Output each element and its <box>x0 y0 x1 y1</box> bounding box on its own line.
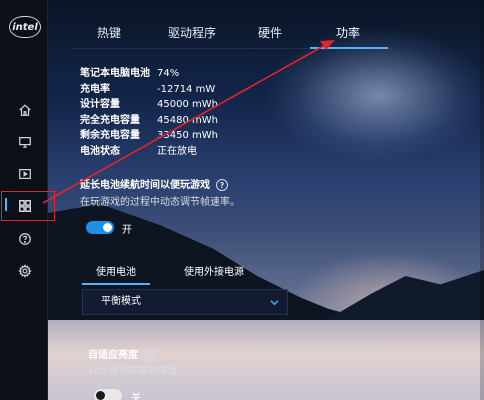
logo-text: intel <box>12 21 38 33</box>
battery-label: 电池状态 <box>80 145 120 157</box>
sidebar-item-help[interactable] <box>17 231 33 247</box>
toggle-knob <box>103 223 112 232</box>
battery-row: 充电率 -12714 mW <box>80 82 218 98</box>
battery-row: 电池状态 正在放电 <box>80 144 218 160</box>
power-mode-selected: 平衡模式 <box>101 296 141 307</box>
adaptive-brightness-toggle[interactable] <box>94 389 122 400</box>
annotation-highlight-box <box>1 191 55 221</box>
extend-battery-toggle[interactable] <box>86 221 114 234</box>
extend-battery-toggle-label: 开 <box>122 225 132 236</box>
adaptive-brightness-title-text: 自适应亮度 <box>88 350 138 361</box>
battery-row: 完全充电容量 45480 mWh <box>80 113 218 129</box>
top-tabs: 热键 驱动程序 硬件 功率 <box>72 20 392 50</box>
tab-drivers[interactable]: 驱动程序 <box>162 20 222 50</box>
tab-hardware[interactable]: 硬件 <box>252 20 288 50</box>
chevron-down-icon <box>270 300 279 306</box>
subtab-battery[interactable]: 使用电池 <box>82 263 150 278</box>
battery-value: 45000 mWh <box>157 99 218 110</box>
display-icon <box>19 137 31 148</box>
app-window: intel 热键 驱动程序 硬件 功率 笔记本电脑电池 74% 充电率 -127… <box>0 0 484 400</box>
battery-value: 33450 mWh <box>157 130 218 141</box>
sidebar-item-display[interactable] <box>17 134 33 150</box>
video-icon <box>19 169 31 179</box>
battery-label: 笔记本电脑电池 <box>80 68 150 79</box>
power-mode-dropdown[interactable]: 平衡模式 <box>82 289 288 315</box>
tab-power[interactable]: 功率 <box>328 20 368 50</box>
subtab-ac-power[interactable]: 使用外接电源 <box>166 263 262 278</box>
battery-value: 正在放电 <box>157 145 197 157</box>
battery-info-table: 笔记本电脑电池 74% 充电率 -12714 mW 设计容量 45000 mWh… <box>80 66 218 159</box>
tab-hotkeys[interactable]: 热键 <box>84 20 134 50</box>
scrollbar[interactable] <box>480 0 484 400</box>
active-subtab-underline <box>82 283 150 285</box>
battery-label: 剩余充电容量 <box>80 130 140 141</box>
adaptive-brightness-toggle-label: 关 <box>131 393 141 400</box>
battery-label: 充电率 <box>80 83 110 95</box>
adaptive-brightness-title: 自适应亮度? <box>88 346 156 361</box>
extend-battery-title: 延长电池续航时间以便玩游戏? <box>80 176 228 191</box>
intel-logo: intel <box>9 16 41 38</box>
battery-value: 45480 mWh <box>157 114 218 126</box>
extend-battery-title-text: 延长电池续航时间以便玩游戏 <box>80 180 210 191</box>
toggle-knob <box>96 391 105 400</box>
help-icon[interactable]: ? <box>144 349 156 361</box>
battery-row: 剩余充电容量 33450 mWh <box>80 128 218 144</box>
help-icon <box>19 233 31 245</box>
sidebar-item-video[interactable] <box>17 166 33 182</box>
battery-row: 设计容量 45000 mWh <box>80 97 218 113</box>
sidebar-item-settings[interactable] <box>17 263 33 279</box>
active-tab-underline <box>310 47 388 49</box>
adaptive-brightness-desc: 自动调节屏幕的亮度。 <box>88 366 188 377</box>
battery-row: 笔记本电脑电池 74% <box>80 66 218 82</box>
extend-battery-desc: 在玩游戏的过程中动态调节帧速率。 <box>80 197 240 208</box>
help-icon[interactable]: ? <box>216 179 228 191</box>
battery-value: 74% <box>157 68 180 79</box>
battery-label: 设计容量 <box>80 99 120 110</box>
settings-gear-icon <box>18 264 32 278</box>
battery-label: 完全充电容量 <box>80 114 140 126</box>
battery-value: -12714 mW <box>157 83 216 95</box>
sidebar-item-home[interactable] <box>17 102 33 118</box>
home-icon <box>19 104 31 116</box>
